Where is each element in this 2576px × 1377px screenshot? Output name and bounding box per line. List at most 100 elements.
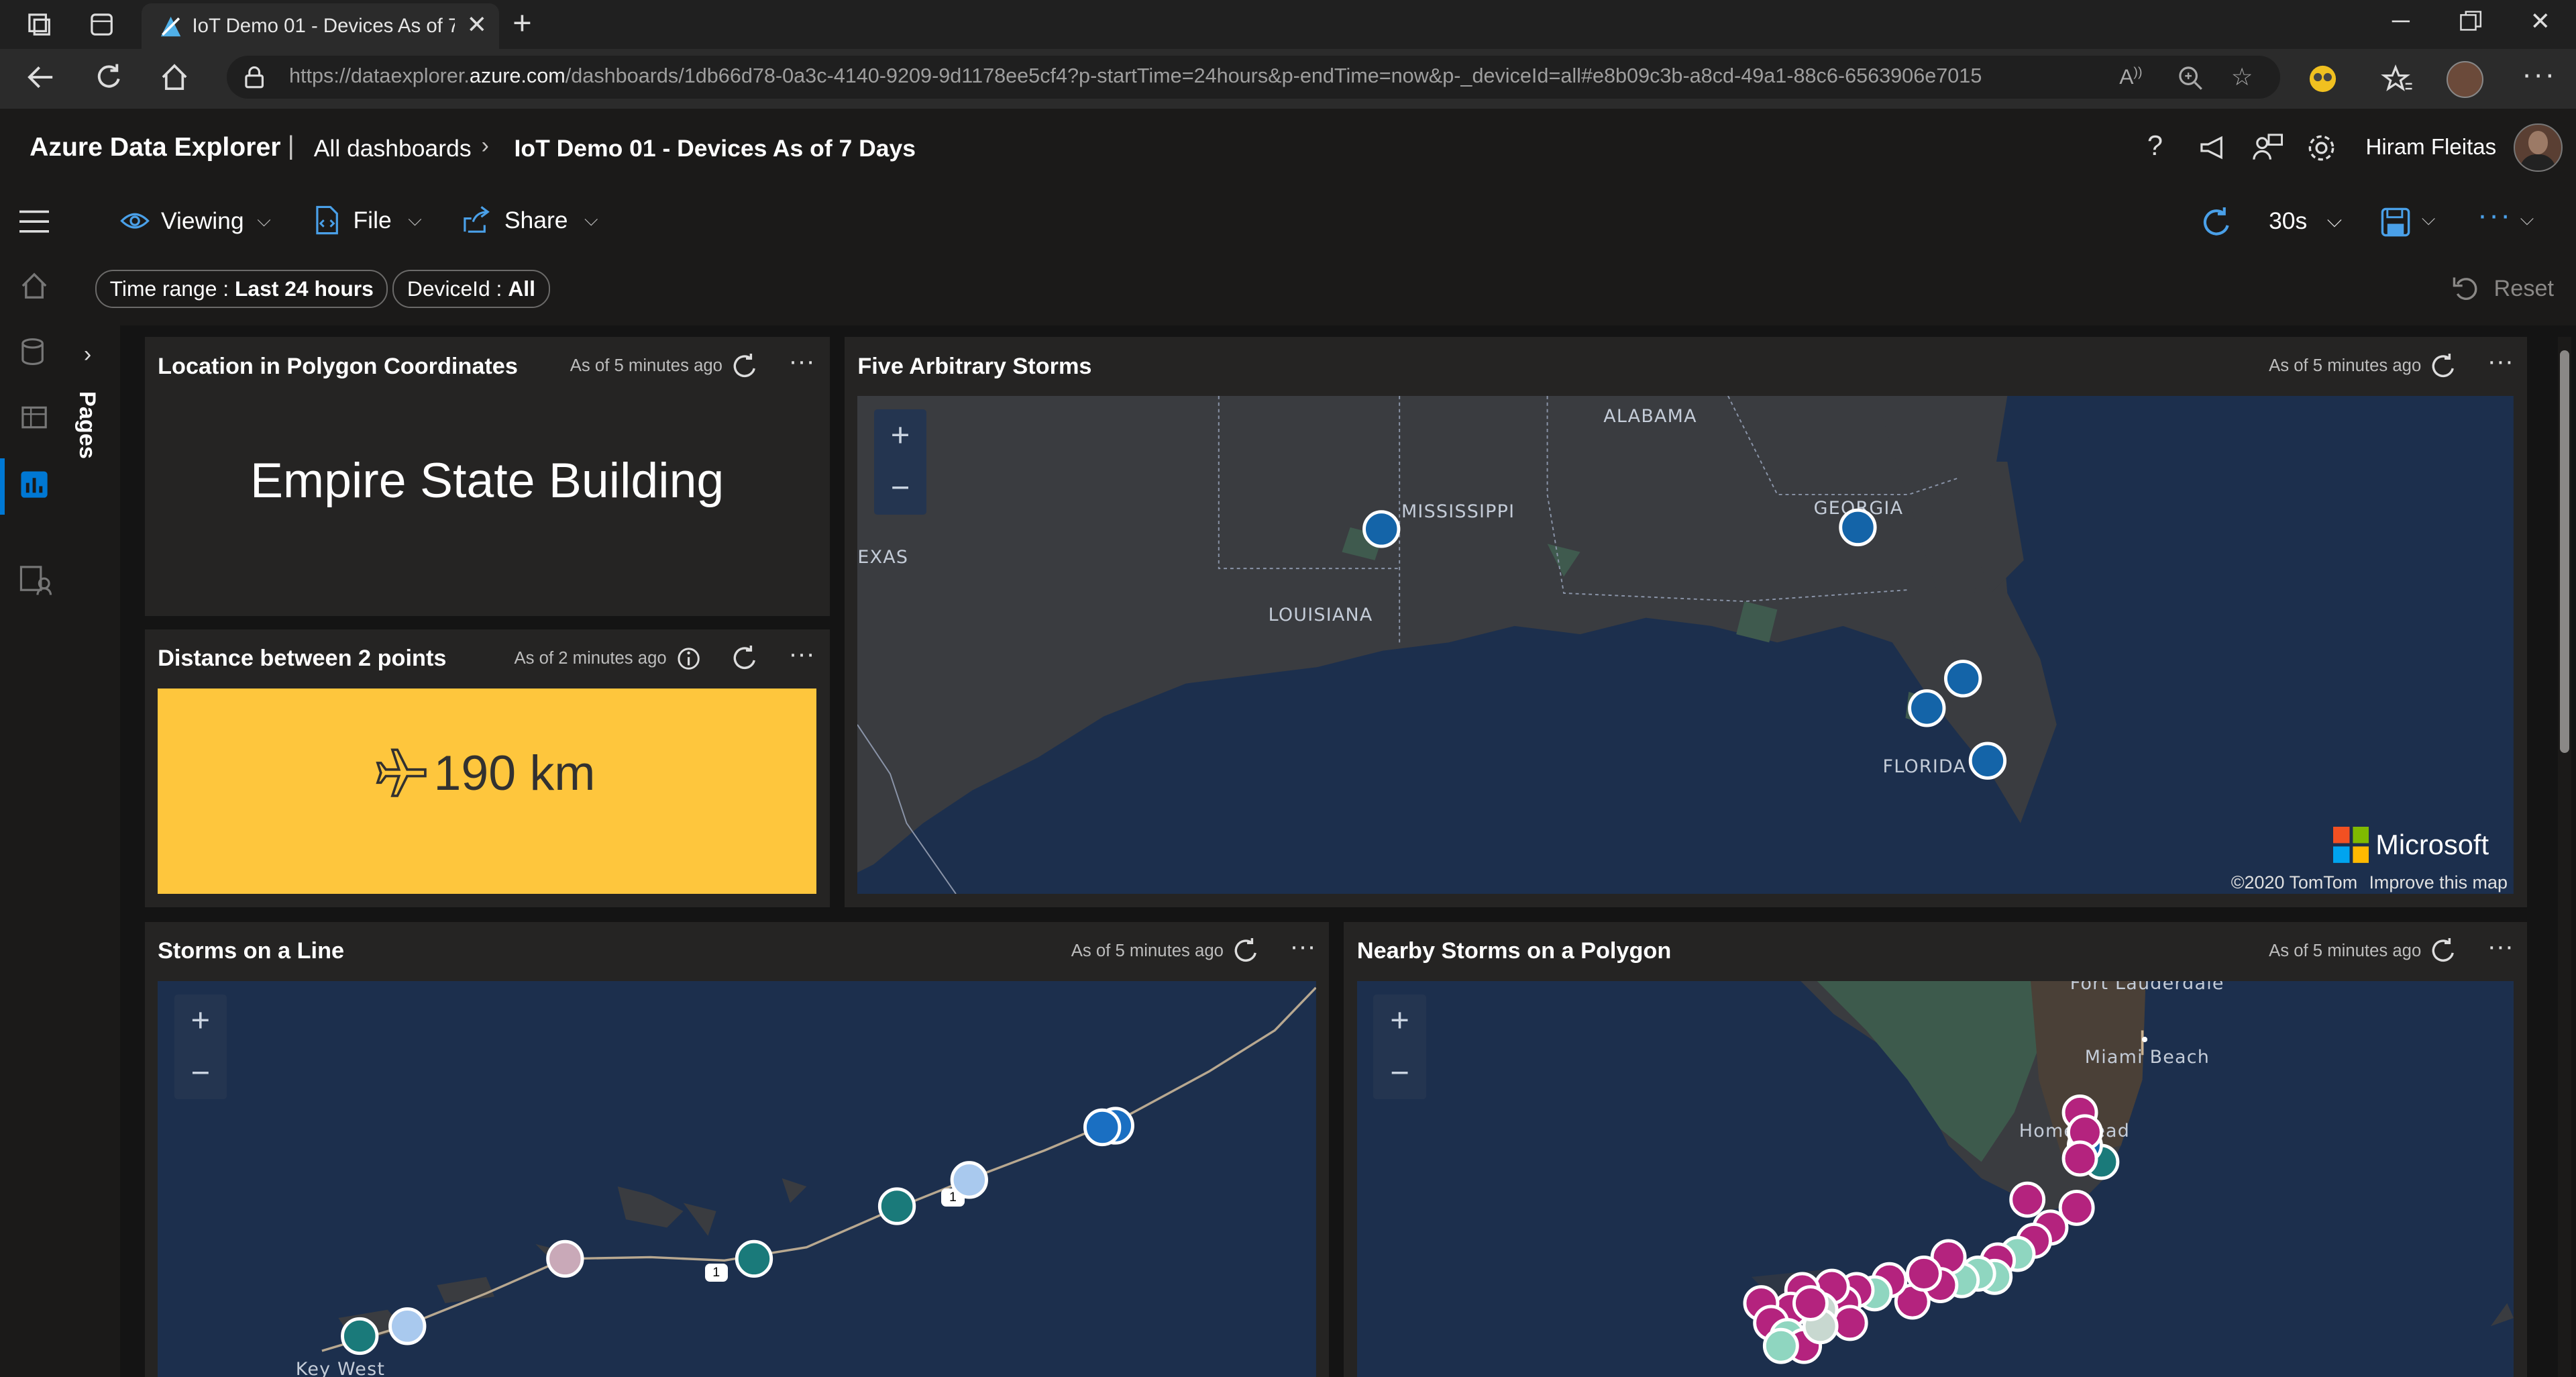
parameters-bar: Time range : Last 24 hours DeviceId : Al…: [67, 256, 2576, 325]
auto-refresh-interval-dropdown[interactable]: 30s ⌵: [2269, 207, 2342, 235]
improve-map-link[interactable]: Improve this map: [2369, 872, 2507, 892]
left-nav-rail: [0, 187, 69, 1377]
home-icon[interactable]: [160, 62, 189, 92]
data-management-nav-icon[interactable]: [19, 564, 52, 597]
read-aloud-icon[interactable]: A)): [2119, 64, 2142, 89]
storm-marker[interactable]: [1944, 660, 1982, 698]
storm-marker[interactable]: [950, 1161, 989, 1199]
back-icon[interactable]: [26, 62, 56, 92]
chevron-down-icon: ⌵: [584, 209, 598, 230]
storms-map[interactable]: + − ALABAMA MISSISSIPPI GEORGIA LOUISIAN…: [857, 396, 2514, 895]
tile-refresh-icon[interactable]: [2430, 938, 2456, 964]
save-options-chevron-icon[interactable]: ⌵: [2422, 209, 2435, 230]
nearby-storms-map[interactable]: + − Fort Lauderdale Miami Beach Homestea…: [1356, 981, 2514, 1377]
home-nav-icon[interactable]: [19, 271, 49, 301]
map-attribution: ©2020 TomTom Improve this map: [2231, 872, 2508, 893]
hamburger-menu-icon[interactable]: [19, 210, 50, 234]
command-bar: Viewing ⌵ File ⌵ Share ⌵ 30s ⌵ ⌵ ··· ⌵: [67, 187, 2576, 257]
query-nav-icon[interactable]: [19, 403, 49, 432]
file-menu-button[interactable]: File ⌵: [314, 205, 422, 235]
storm-markers: [1362, 508, 2007, 780]
refresh-page-icon[interactable]: [94, 62, 123, 92]
tab-actions-icon[interactable]: [89, 11, 115, 38]
tile-refresh-icon[interactable]: [731, 646, 757, 672]
storm-marker[interactable]: [1362, 510, 1401, 548]
restore-icon[interactable]: [2459, 10, 2482, 33]
storm-marker[interactable]: [877, 1187, 916, 1225]
dashboards-nav-icon[interactable]: [19, 470, 49, 499]
chevron-down-icon: ⌵: [408, 209, 422, 230]
storm-marker[interactable]: [341, 1317, 379, 1356]
app-name[interactable]: Azure Data Explorer: [30, 133, 280, 162]
storm-marker[interactable]: [1839, 508, 1877, 547]
storm-marker[interactable]: [388, 1307, 427, 1345]
share-label: Share: [504, 206, 568, 234]
tile-distance: Distance between 2 points As of 2 minute…: [144, 629, 830, 907]
storm-marker[interactable]: [546, 1239, 584, 1278]
zoom-icon[interactable]: [2177, 64, 2203, 91]
more-commands-chevron-icon[interactable]: ⌵: [2520, 209, 2534, 230]
tile-more-icon[interactable]: ···: [789, 347, 815, 376]
reset-button[interactable]: Reset: [2453, 276, 2554, 302]
tile-title: Storms on a Line: [158, 938, 345, 964]
tile-refresh-icon[interactable]: [731, 353, 757, 380]
tile-refresh-icon[interactable]: [1232, 938, 1258, 964]
storm-marker[interactable]: [1908, 689, 1946, 727]
browser-menu-icon[interactable]: ···: [2522, 58, 2556, 91]
expand-pages-chevron-icon[interactable]: ›: [84, 342, 91, 368]
minimize-icon[interactable]: ─: [2392, 7, 2410, 35]
tile-title: Five Arbitrary Storms: [857, 353, 1092, 379]
copyright-text: ©2020 TomTom: [2231, 872, 2358, 893]
storm-marker[interactable]: [1969, 742, 2007, 780]
tile-refresh-icon[interactable]: [2430, 353, 2456, 380]
database-nav-icon[interactable]: [19, 337, 49, 366]
user-name[interactable]: Hiram Fleitas: [2366, 135, 2497, 160]
workspaces-icon[interactable]: [26, 11, 52, 38]
save-icon[interactable]: [2381, 207, 2410, 237]
chevron-down-icon: ⌵: [257, 210, 271, 231]
browser-tab-active[interactable]: IoT Demo 01 - Devices As of 7 Da ✕: [141, 3, 500, 50]
tile-more-icon[interactable]: ···: [2487, 932, 2514, 962]
tile-more-icon[interactable]: ···: [1289, 932, 1316, 962]
storm-marker[interactable]: [735, 1239, 773, 1278]
time-range-label: Time range :: [109, 276, 235, 301]
device-id-label: DeviceId :: [407, 276, 508, 301]
help-icon[interactable]: ?: [2147, 130, 2163, 162]
scrollbar-thumb[interactable]: [2559, 350, 2570, 753]
storm-markers: [341, 1107, 1135, 1356]
announcements-icon[interactable]: [2198, 133, 2228, 162]
storm-marker[interactable]: [1083, 1108, 1122, 1147]
file-icon: [316, 205, 338, 235]
device-id-pill[interactable]: DeviceId : All: [392, 269, 550, 309]
settings-gear-icon[interactable]: [2305, 132, 2338, 164]
favorites-icon[interactable]: [2380, 62, 2414, 95]
browser-profile-avatar[interactable]: [2446, 60, 2483, 99]
new-tab-icon[interactable]: +: [513, 5, 532, 42]
close-window-icon[interactable]: ✕: [2530, 7, 2551, 36]
time-range-pill[interactable]: Time range : Last 24 hours: [95, 269, 388, 309]
storms-line-map[interactable]: + − 1 1 Key West: [158, 981, 1316, 1377]
feedback-icon[interactable]: [2251, 132, 2284, 164]
url-field[interactable]: https://dataexplorer.azure.com/dashboard…: [226, 56, 2281, 99]
refresh-dashboard-icon[interactable]: [2200, 207, 2233, 240]
share-menu-button[interactable]: Share ⌵: [462, 205, 598, 235]
tile-more-icon[interactable]: ···: [789, 640, 815, 669]
canvas-scrollbar[interactable]: [2558, 337, 2571, 1377]
tile-refresh-time: As of 5 minutes ago: [2269, 356, 2422, 376]
add-favorite-icon[interactable]: ☆: [2231, 62, 2253, 91]
info-icon[interactable]: [676, 646, 702, 672]
pages-rail: › Pages: [67, 325, 121, 1377]
pages-toggle[interactable]: Pages: [70, 391, 117, 473]
tile-title: Location in Polygon Coordinates: [158, 353, 518, 379]
extension-icon[interactable]: [2306, 62, 2339, 95]
device-id-value: All: [508, 276, 535, 301]
airplane-icon: [376, 748, 427, 797]
user-avatar[interactable]: [2513, 123, 2563, 172]
url-text: https://dataexplorer.azure.com/dashboard…: [289, 64, 1982, 87]
viewing-mode-button[interactable]: Viewing ⌵: [119, 207, 271, 235]
more-commands-icon[interactable]: ···: [2477, 199, 2512, 232]
close-tab-icon[interactable]: ✕: [467, 10, 488, 39]
breadcrumb-all-dashboards[interactable]: All dashboards: [314, 135, 472, 162]
tile-title: Nearby Storms on a Polygon: [1356, 938, 1672, 964]
tile-more-icon[interactable]: ···: [2487, 347, 2514, 376]
